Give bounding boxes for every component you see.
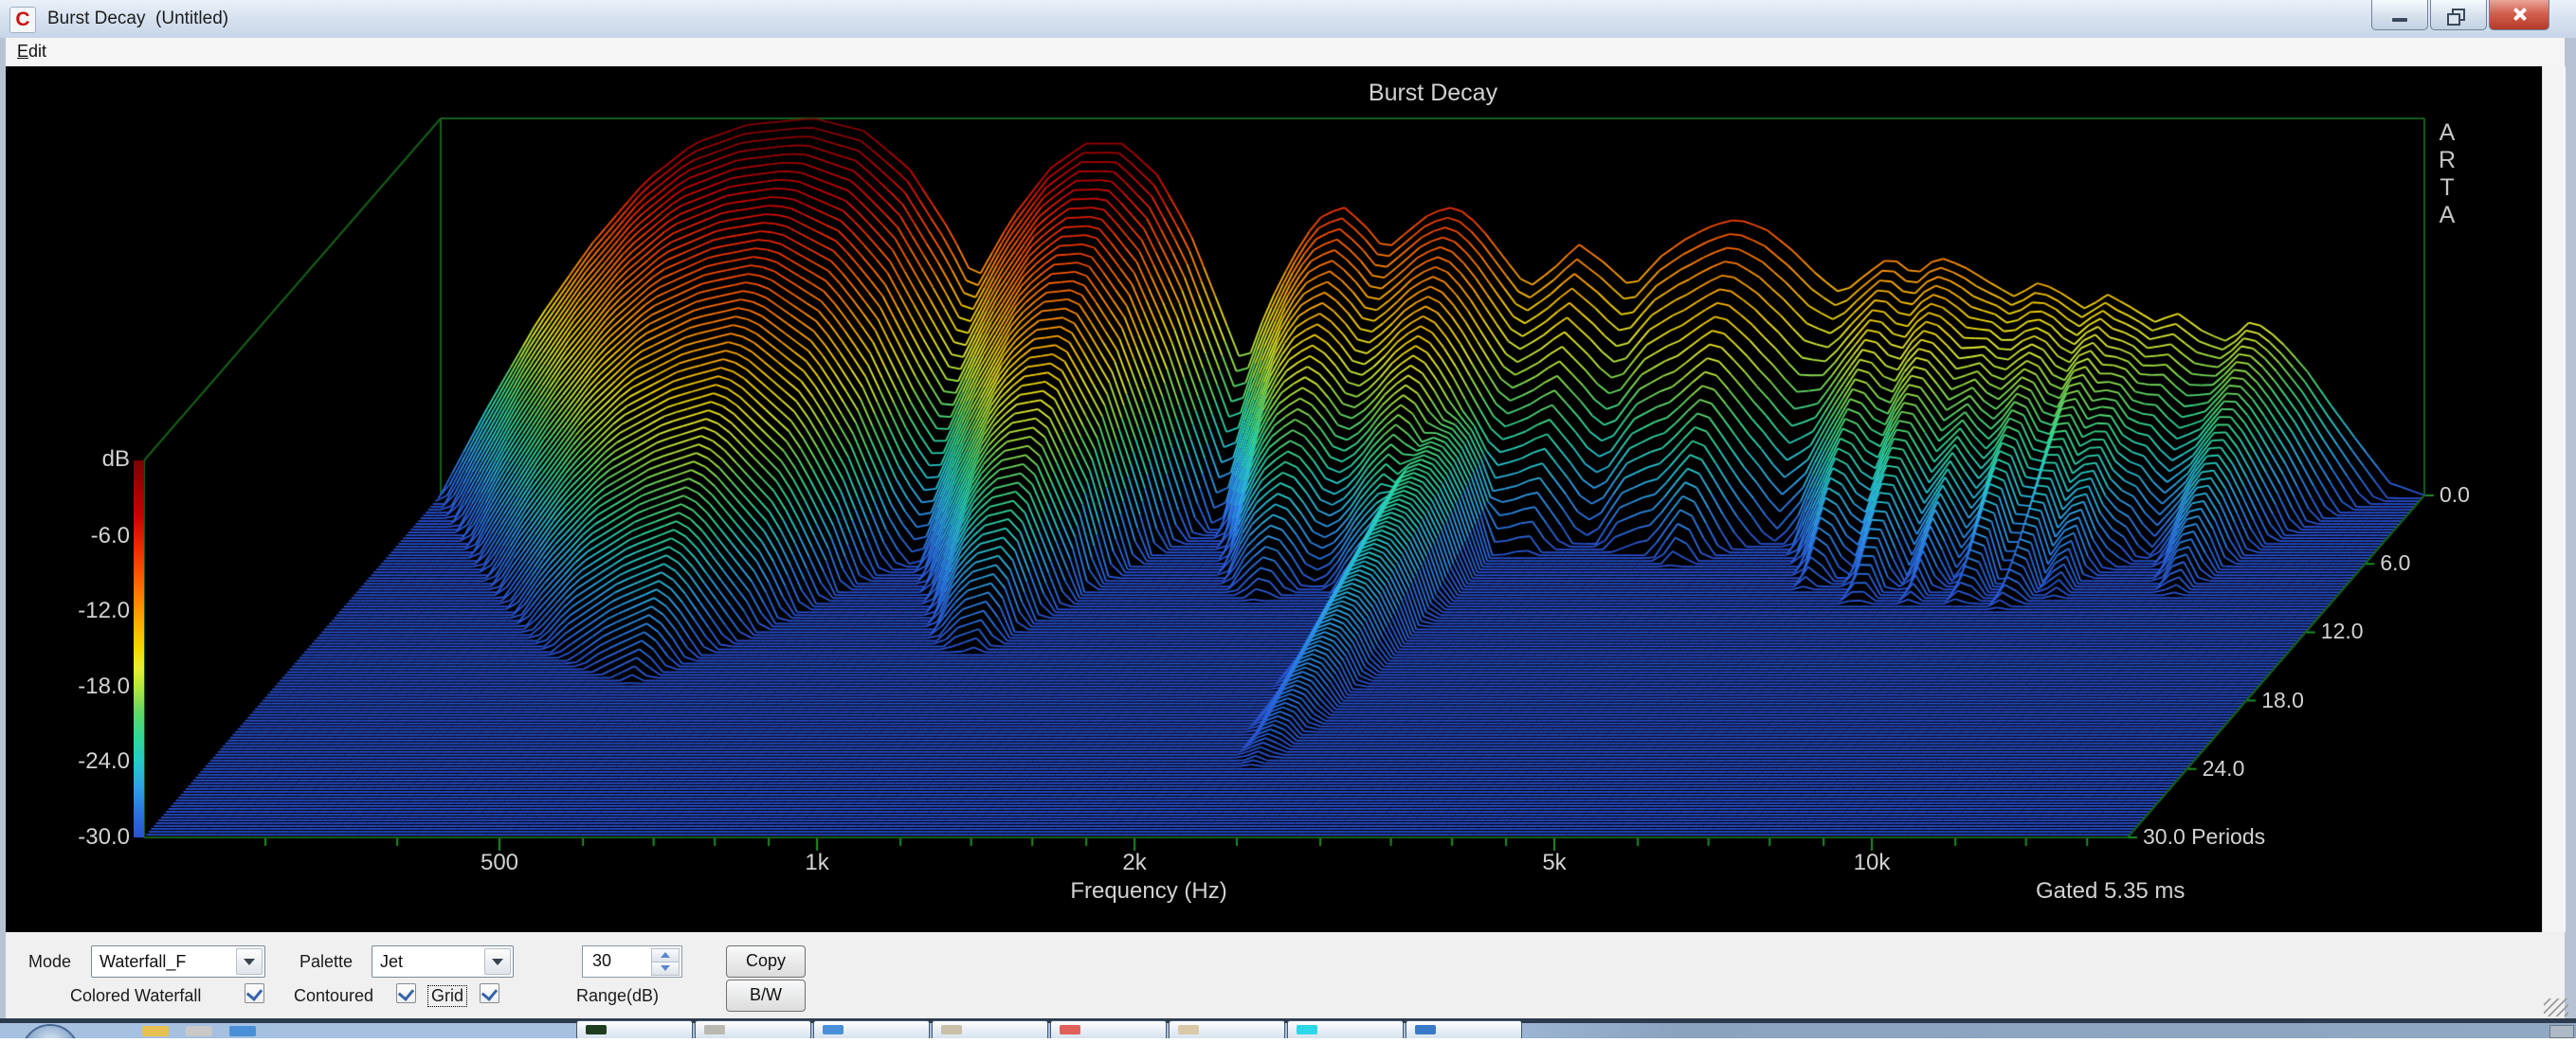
checkmark-icon bbox=[481, 984, 498, 1001]
taskbar-button[interactable] bbox=[1287, 1020, 1404, 1040]
taskbar-button[interactable] bbox=[1169, 1020, 1285, 1040]
bw-button[interactable]: B/W bbox=[726, 980, 806, 1012]
taskbar-button[interactable] bbox=[932, 1020, 1048, 1040]
taskbar-app-icon bbox=[704, 1025, 725, 1034]
spinner-up-icon[interactable] bbox=[651, 948, 680, 962]
menu-bar: Edit bbox=[6, 38, 2565, 67]
mode-dropdown[interactable]: Waterfall_F bbox=[91, 945, 265, 978]
taskbar-app-icon bbox=[1178, 1025, 1199, 1034]
checkmark-icon bbox=[398, 984, 414, 1001]
window-title: Burst Decay (Untitled) bbox=[47, 9, 228, 29]
grid-label: Grid bbox=[428, 986, 466, 1006]
app-icon: C bbox=[9, 7, 36, 33]
taskbar-app-icon bbox=[586, 1025, 607, 1034]
quick-launch-icon[interactable] bbox=[229, 1026, 256, 1036]
taskbar-app-icon bbox=[1297, 1025, 1317, 1034]
mode-value: Waterfall_F bbox=[100, 952, 186, 972]
mode-label: Mode bbox=[28, 952, 71, 972]
menu-item-edit[interactable]: Edit bbox=[6, 38, 58, 65]
arta-burst-decay-window: C Burst Decay (Untitled) Edit Burst Deca… bbox=[0, 0, 2576, 1061]
close-icon bbox=[2512, 7, 2527, 22]
taskbar-app-icon bbox=[941, 1025, 962, 1034]
chevron-down-icon[interactable] bbox=[236, 948, 263, 975]
taskbar-button[interactable] bbox=[813, 1020, 930, 1040]
plot-right-margin bbox=[2542, 66, 2566, 932]
taskbar-button[interactable] bbox=[695, 1020, 811, 1040]
show-desktop-button[interactable] bbox=[2549, 1025, 2574, 1038]
chevron-down-icon[interactable] bbox=[484, 948, 511, 975]
taskbar-app-icon bbox=[1060, 1025, 1080, 1034]
resize-grip[interactable] bbox=[2544, 998, 2568, 1016]
window-border-right bbox=[2565, 38, 2576, 1019]
taskbar-app-icon bbox=[823, 1025, 844, 1034]
range-db-label: Range(dB) bbox=[576, 986, 659, 1006]
range-value: 30 bbox=[592, 951, 611, 971]
range-spinner[interactable]: 30 bbox=[582, 945, 682, 978]
grid-checkbox[interactable] bbox=[480, 983, 499, 1003]
quick-launch-icon[interactable] bbox=[142, 1026, 169, 1036]
screenshot-bottom-cutoff bbox=[0, 1038, 2576, 1061]
checkmark-icon bbox=[246, 984, 263, 1001]
burst-decay-waterfall-plot bbox=[6, 66, 2542, 932]
copy-button[interactable]: Copy bbox=[726, 945, 806, 978]
palette-label: Palette bbox=[299, 952, 353, 972]
quick-launch-icon[interactable] bbox=[186, 1026, 212, 1036]
palette-value: Jet bbox=[380, 952, 403, 972]
restore-button[interactable] bbox=[2430, 0, 2487, 30]
contoured-checkbox[interactable] bbox=[396, 983, 416, 1003]
taskbar-button[interactable] bbox=[1406, 1020, 1522, 1040]
taskbar-app-icon bbox=[1415, 1025, 1436, 1034]
minimize-button[interactable] bbox=[2371, 0, 2428, 30]
close-button[interactable] bbox=[2489, 0, 2549, 30]
taskbar-button[interactable] bbox=[576, 1020, 693, 1040]
colored-waterfall-checkbox[interactable] bbox=[245, 983, 264, 1003]
minimize-icon bbox=[2392, 18, 2407, 22]
colored-waterfall-label: Colored Waterfall bbox=[70, 986, 201, 1006]
taskbar-button[interactable] bbox=[1050, 1020, 1167, 1040]
contoured-label: Contoured bbox=[294, 986, 373, 1006]
spinner-down-icon[interactable] bbox=[651, 962, 680, 976]
title-bar[interactable]: C Burst Decay (Untitled) bbox=[0, 0, 2576, 39]
palette-dropdown[interactable]: Jet bbox=[372, 945, 514, 978]
